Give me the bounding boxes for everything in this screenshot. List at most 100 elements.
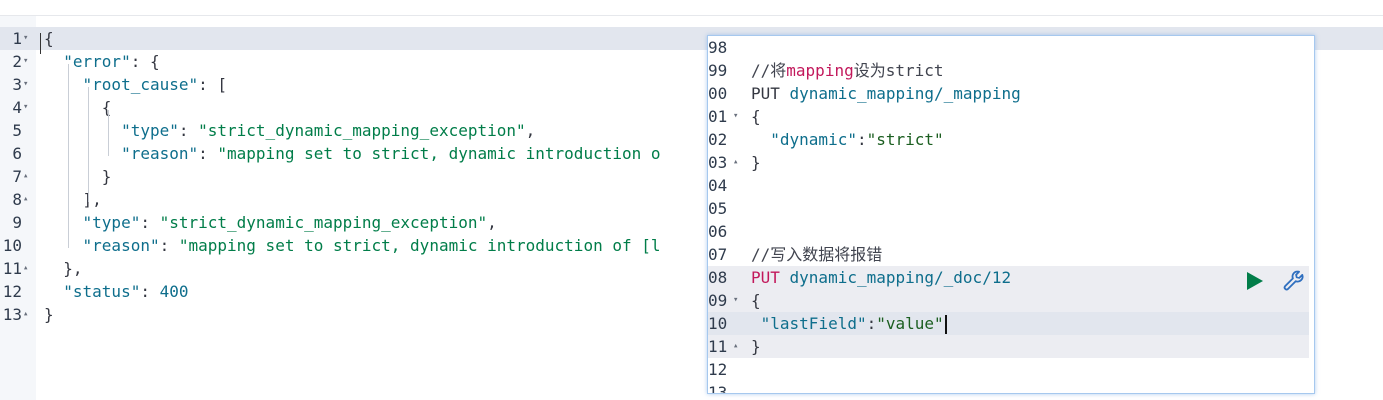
line-number: 4 — [12, 98, 22, 117]
token: }, — [44, 259, 83, 278]
token: 设为strict — [853, 61, 944, 80]
token: { — [44, 29, 54, 48]
code-text: "error": { — [44, 50, 159, 73]
code-line[interactable]: 12 — [708, 358, 1309, 381]
token: , — [487, 213, 497, 232]
code-line[interactable]: 99 //将mapping设为strict — [708, 59, 1309, 82]
token: "type" — [82, 213, 141, 232]
token: "strict" — [866, 130, 944, 149]
wrench-icon[interactable] — [1282, 269, 1306, 293]
fold-caret-up-icon[interactable]: ▴ — [23, 165, 33, 188]
token: ], — [44, 190, 102, 209]
line-number: 03 — [708, 153, 728, 172]
code-line[interactable]: 11 ▴} — [708, 335, 1309, 358]
line-number: 02 — [708, 130, 728, 149]
token: } — [44, 305, 54, 324]
fold-caret-up-icon[interactable]: ▴ — [23, 188, 33, 211]
line-number: 11 — [708, 337, 728, 356]
token: : — [140, 282, 160, 301]
token: "strict_dynamic_mapping_exception" — [159, 213, 488, 232]
code-text: { — [44, 96, 112, 119]
fold-caret-down-icon[interactable]: ▾ — [23, 27, 33, 50]
code-text: } — [44, 303, 54, 326]
line-number: 98 — [708, 38, 728, 57]
code-text: "type": "strict_dynamic_mapping_exceptio… — [44, 119, 535, 142]
fold-caret-up-icon[interactable]: ▴ — [23, 257, 33, 280]
fold-caret-up-icon[interactable]: ▴ — [733, 335, 743, 358]
token: "dynamic" — [770, 130, 857, 149]
code-line[interactable]: 08 PUT dynamic_mapping/_doc/12 — [708, 266, 1309, 289]
text-caret — [944, 315, 947, 334]
code-text: "reason": "mapping set to strict, dynami… — [44, 142, 661, 165]
token: { — [751, 291, 761, 310]
request-editor-pane[interactable]: 98 99 //将mapping设为strict 00 PUT dynamic_mapp… — [707, 35, 1315, 394]
token: "reason" — [82, 236, 160, 255]
code-line[interactable]: 03 ▴} — [708, 151, 1309, 174]
indent-guide — [88, 87, 89, 202]
top-toolbar-strip — [0, 0, 1383, 16]
code-line[interactable]: 01 ▾ { — [708, 105, 1309, 128]
line-number: 9 — [12, 213, 22, 232]
token: "mapping set to strict, dynamic introduc… — [217, 144, 661, 163]
token: "type" — [121, 121, 179, 140]
token: : — [159, 236, 179, 255]
code-line[interactable]: 98 — [708, 36, 1309, 59]
token: "error" — [63, 52, 131, 71]
code-text: { — [751, 105, 761, 128]
line-number: 3 — [12, 75, 22, 94]
line-number: 04 — [708, 176, 728, 195]
code-line[interactable]: 09 ▾ { — [708, 289, 1309, 312]
code-line[interactable]: 05 — [708, 197, 1309, 220]
line-number: 12 — [2, 282, 22, 301]
code-text: "lastField":"value" — [751, 312, 947, 335]
line-number: 00 — [708, 84, 728, 103]
token: dynamic_mapping/_doc/12 — [789, 268, 1012, 287]
line-number: 05 — [708, 199, 728, 218]
code-text: } — [751, 151, 761, 174]
fold-caret-down-icon[interactable]: ▾ — [733, 289, 743, 312]
line-number: 01 — [708, 107, 728, 126]
code-text: { — [751, 289, 761, 312]
token: "strict_dynamic_mapping_exception" — [198, 121, 526, 140]
code-line[interactable]: 02 "dynamic":"strict" — [708, 128, 1309, 151]
line-number: 13 — [2, 305, 22, 324]
code-line[interactable]: 06 — [708, 220, 1309, 243]
code-text: //将mapping设为strict — [751, 59, 944, 82]
code-text: } — [44, 165, 112, 188]
line-number: 10 — [708, 314, 728, 333]
line-number: 08 — [708, 268, 728, 287]
fold-caret-up-icon[interactable]: ▴ — [733, 151, 743, 174]
code-line[interactable]: 10 "lastField":"value" — [708, 312, 1309, 335]
fold-caret-down-icon[interactable]: ▾ — [23, 50, 33, 73]
code-text: PUT dynamic_mapping/_mapping — [751, 82, 1021, 105]
code-line[interactable]: 04 — [708, 174, 1309, 197]
token: : — [178, 121, 199, 140]
fold-caret-down-icon[interactable]: ▾ — [23, 96, 33, 119]
indent-guide — [68, 64, 69, 248]
token: , — [525, 121, 536, 140]
line-number: 5 — [12, 121, 22, 140]
play-icon[interactable] — [1244, 268, 1266, 294]
code-line[interactable]: 07 //写入数据将报错 — [708, 243, 1309, 266]
line-number: 6 — [12, 144, 22, 163]
token: : — [856, 130, 867, 149]
code-line[interactable]: 00 PUT dynamic_mapping/_mapping — [708, 82, 1309, 105]
fold-caret-down-icon[interactable]: ▾ — [23, 73, 33, 96]
line-number: 12 — [708, 360, 728, 379]
token: { — [751, 107, 761, 126]
fold-caret-down-icon[interactable]: ▾ — [733, 105, 743, 128]
fold-caret-up-icon[interactable]: ▴ — [23, 303, 33, 326]
token: //写入数据将报错 — [751, 245, 883, 264]
token: "root_cause" — [82, 75, 199, 94]
token: //将 — [751, 61, 787, 80]
line-number: 10 — [2, 236, 22, 255]
token: : — [140, 213, 160, 232]
token: 400 — [159, 282, 189, 301]
token: "reason" — [121, 144, 199, 163]
code-line[interactable]: 13 — [708, 381, 1309, 393]
code-text: { — [44, 27, 54, 50]
